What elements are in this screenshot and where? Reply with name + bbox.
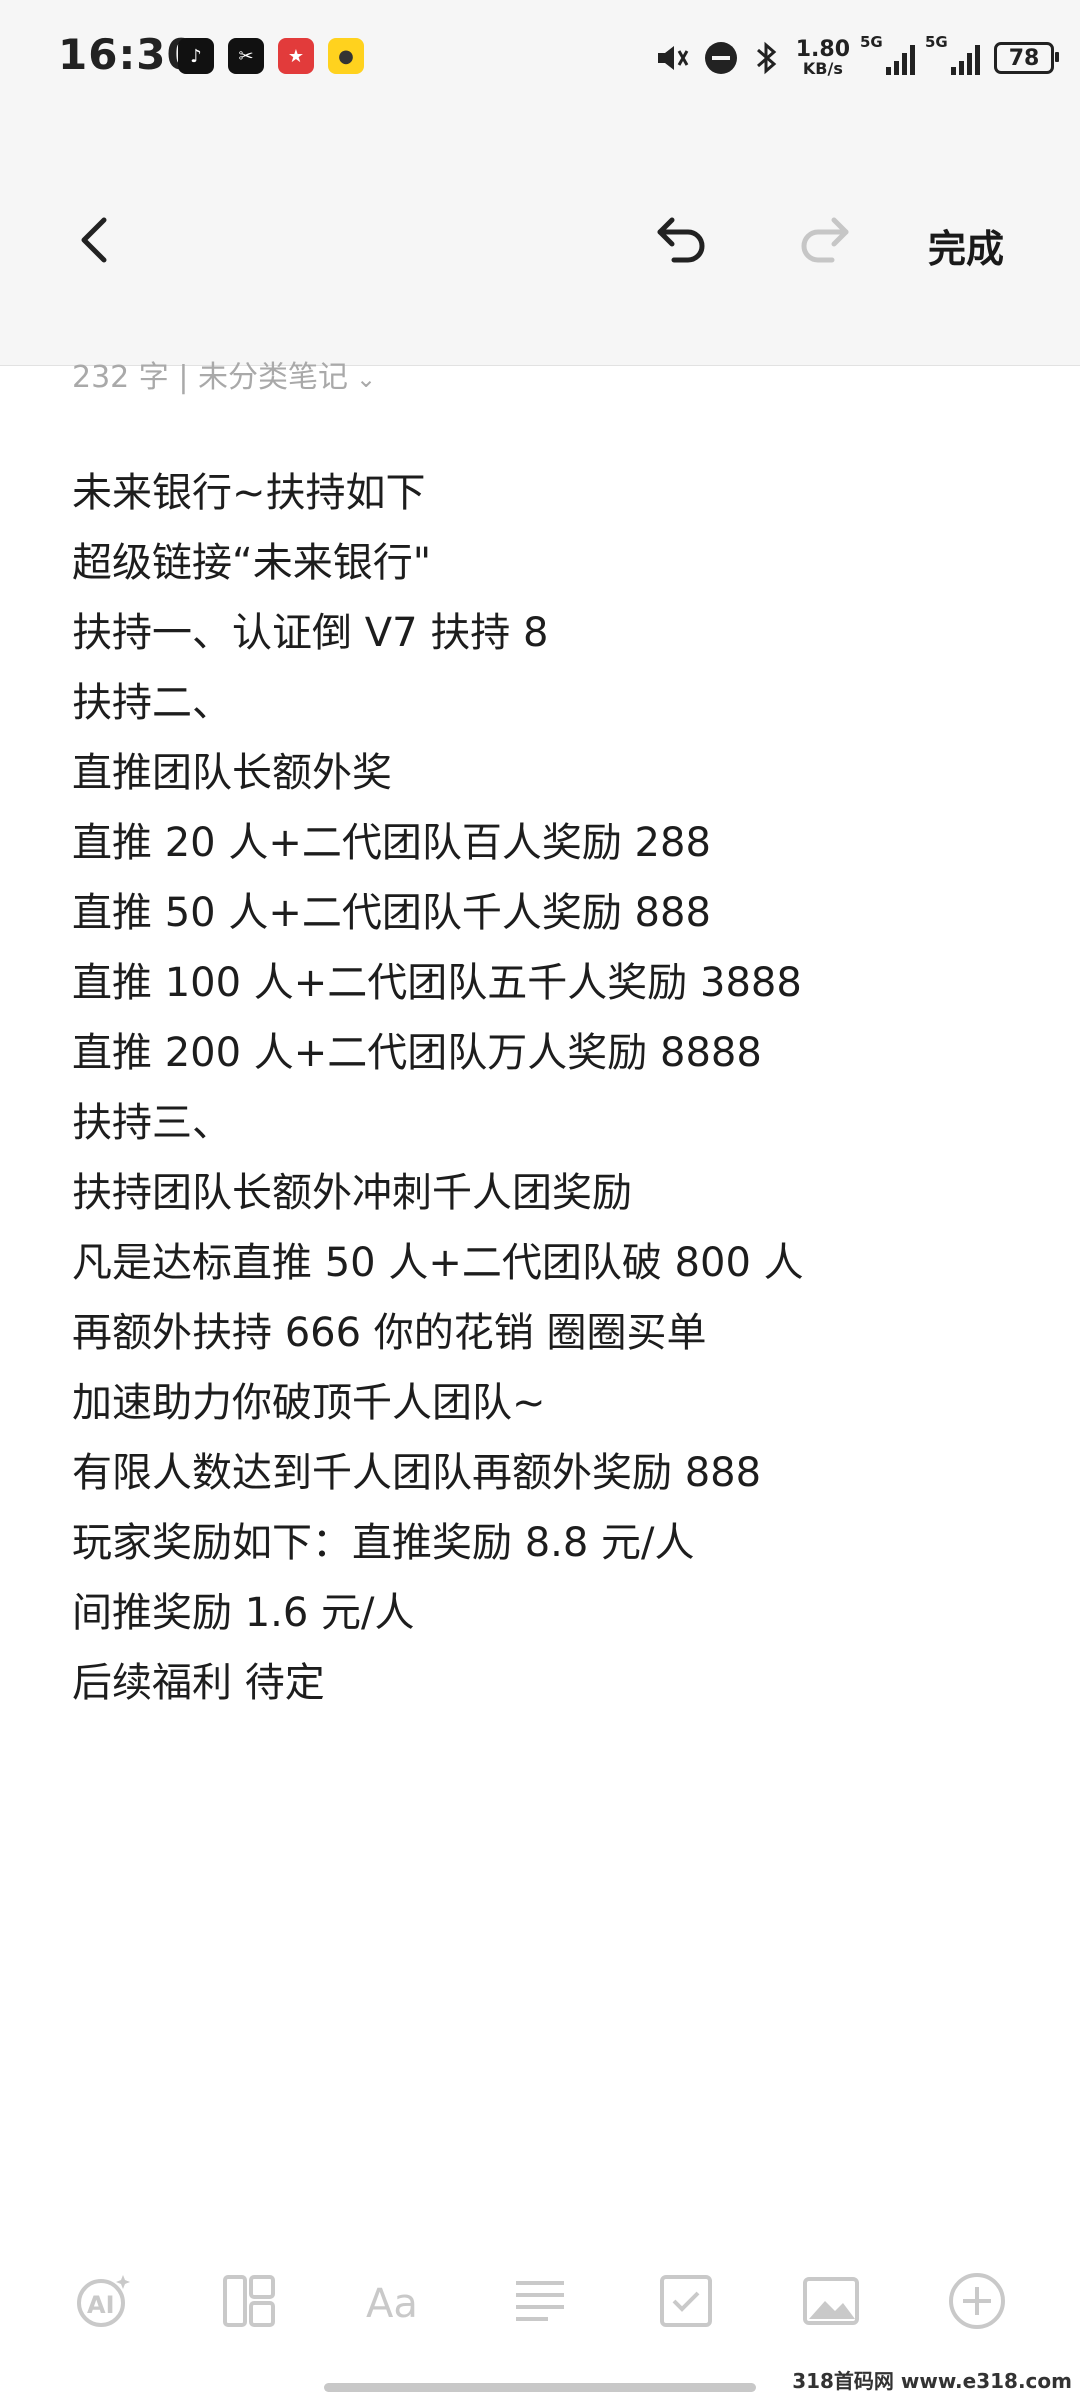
chevron-down-icon: ⌄ xyxy=(355,365,377,393)
home-indicator[interactable] xyxy=(324,2383,756,2392)
svg-text:Aa: Aa xyxy=(366,2281,418,2327)
note-line: 未来银行~扶持如下 xyxy=(72,470,426,516)
watermark: 318首码网 www.e318.com xyxy=(792,2365,1072,2394)
note-line: 直推团队长额外奖 xyxy=(72,750,392,796)
note-line: 扶持一、认证倒 V7 扶持 8 xyxy=(72,610,549,656)
note-body[interactable]: 未来银行~扶持如下 超级链接“未来银行" 扶持一、认证倒 V7 扶持 8 扶持二、直推… xyxy=(72,458,1032,1718)
layout-button[interactable] xyxy=(217,2269,281,2333)
note-line: 直推 100 人+二代团队五千人奖励 3888 xyxy=(72,960,802,1006)
yellow-app-icon: ● xyxy=(328,38,364,74)
tiktok-icon: ♪ xyxy=(178,38,214,74)
done-button[interactable]: 完成 xyxy=(928,218,1004,273)
note-meta[interactable]: 232 字 | 未分类笔记 ⌄ xyxy=(72,352,376,396)
editor-top-bar: 完成 xyxy=(0,120,1080,366)
format-toolbar: AI Aa xyxy=(0,2256,1080,2346)
system-icons: 1.80 KB/s 5G 5G 78 xyxy=(654,30,1059,86)
add-more-button[interactable] xyxy=(945,2269,1009,2333)
network-speed-value: 1.80 xyxy=(795,37,850,62)
layout-icon xyxy=(222,2275,275,2327)
signal-sim1-icon: 5G xyxy=(860,33,915,75)
font-icon: Aa xyxy=(366,2281,418,2327)
svg-text:AI: AI xyxy=(87,2291,115,2319)
checkbox-icon xyxy=(659,2275,712,2327)
note-line: 扶持三、 xyxy=(72,1100,232,1146)
note-meta-text: 232 字 | 未分类笔记 xyxy=(72,360,348,395)
note-line: 扶持团队长额外冲刺千人团奖励 xyxy=(72,1170,632,1216)
bluetooth-icon xyxy=(756,41,776,75)
insert-image-button[interactable] xyxy=(799,2269,863,2333)
capcut-icon: ✂ xyxy=(228,38,264,74)
mute-icon xyxy=(657,46,689,70)
note-line: 扶持二、 xyxy=(72,680,232,726)
network-speed-unit: KB/s xyxy=(802,59,843,78)
undo-icon[interactable] xyxy=(650,206,714,270)
network-speed: 1.80 KB/s xyxy=(796,39,850,77)
image-icon xyxy=(803,2277,860,2325)
note-line: 间推奖励 1.6 元/人 xyxy=(72,1590,415,1636)
status-bar: 16:30 ♪ ✂ ★ ● 1.80 KB/s 5G 5G 78 xyxy=(0,0,1080,120)
plus-circle-icon xyxy=(949,2273,1006,2329)
note-line: 超级链接“未来银行" xyxy=(72,540,432,586)
signal-sim2-icon: 5G xyxy=(925,33,980,75)
dnd-icon xyxy=(704,42,737,74)
note-line: 直推 20 人+二代团队百人奖励 288 xyxy=(72,820,711,866)
note-line: 有限人数达到千人团队再额外奖励 888 xyxy=(72,1450,762,1496)
note-line: 直推 50 人+二代团队千人奖励 888 xyxy=(72,890,711,936)
note-line: 后续福利 待定 xyxy=(72,1660,325,1706)
text-style-button[interactable]: Aa xyxy=(362,2269,426,2333)
note-line: 直推 200 人+二代团队万人奖励 8888 xyxy=(72,1030,762,1076)
redo-icon[interactable] xyxy=(792,206,856,270)
note-line: 玩家奖励如下：直推奖励 8.8 元/人 xyxy=(72,1520,695,1566)
ai-icon: AI xyxy=(76,2275,130,2327)
align-left-icon xyxy=(515,2281,564,2321)
paragraph-button[interactable] xyxy=(508,2269,572,2333)
battery-icon: 78 xyxy=(994,42,1059,74)
notification-app-icons: ♪ ✂ ★ ● xyxy=(178,38,364,74)
note-line: 加速助力你破顶千人团队~ xyxy=(72,1380,546,1426)
status-time: 16:30 xyxy=(58,30,197,79)
checklist-button[interactable] xyxy=(654,2269,718,2333)
note-line: 凡是达标直推 50 人+二代团队破 800 人 xyxy=(72,1240,804,1286)
ai-assistant-button[interactable]: AI xyxy=(71,2269,135,2333)
back-arrow-icon[interactable] xyxy=(66,210,126,270)
red-app-icon: ★ xyxy=(278,38,314,74)
battery-level: 78 xyxy=(1008,45,1040,71)
note-line: 再额外扶持 666 你的花销 圈圈买单 xyxy=(72,1310,707,1356)
